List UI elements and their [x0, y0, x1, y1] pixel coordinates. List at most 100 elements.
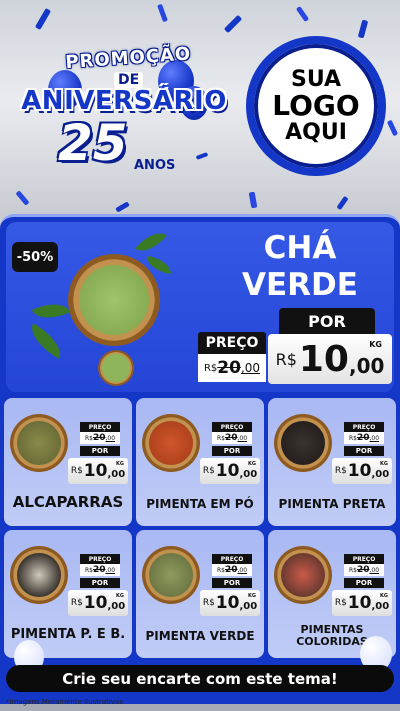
new-price-currency: R$ [275, 349, 297, 369]
product-name: ALCAPARRAS [12, 493, 124, 511]
featured-product-title: CHÁ VERDE [210, 230, 390, 304]
old-price: R$ 20,00 [212, 432, 252, 444]
old-price-currency: R$ [84, 566, 93, 574]
new-price-integer: 10 [298, 338, 349, 380]
preco-label: PREÇO [80, 422, 120, 432]
logo-text-line2: LOGO [272, 89, 360, 123]
leaf-decoration [31, 295, 71, 327]
old-price: R$ 20,00 [344, 432, 384, 444]
featured-title-line2: VERDE [242, 267, 358, 304]
create-flyer-cta[interactable]: Crie seu encarte com este tema! [6, 665, 394, 692]
black-white-pepper-bowl-image [10, 546, 68, 604]
new-price-currency: R$ [202, 466, 215, 476]
por-label: POR [344, 446, 384, 456]
new-price-currency: R$ [334, 466, 347, 476]
new-price-decimal: ,00 [371, 469, 390, 480]
product-name: PIMENTA VERDE [145, 629, 255, 643]
unit-label: KG [248, 461, 256, 467]
preco-label: PREÇO [212, 554, 252, 564]
old-price-integer: 20 [356, 433, 370, 443]
old-price-integer: 20 [356, 565, 370, 575]
pepper-powder-bowl-image [142, 414, 200, 472]
old-price-currency: R$ [203, 362, 218, 374]
green-tea-spoon-image [98, 350, 134, 386]
new-price: R$ 10,00 KG [200, 590, 260, 616]
leaf-decoration [135, 225, 167, 259]
black-pepper-bowl-image [274, 414, 332, 472]
logo-placeholder: SUA LOGO AQUI [246, 36, 386, 176]
new-price-decimal: ,00 [348, 354, 385, 378]
anniversary-promo-badge: PROMOÇÃO DE ANIVERSÁRIO 25 ANOS [8, 40, 240, 180]
new-price-integer: 10 [347, 593, 372, 613]
old-price-decimal: ,00 [240, 361, 261, 375]
por-label: POR [212, 446, 252, 456]
featured-title-line1: CHÁ [263, 230, 337, 266]
old-price-decimal: ,00 [105, 566, 116, 574]
new-price-decimal: ,00 [239, 601, 258, 612]
preco-label: PREÇO [212, 422, 252, 432]
new-price: R$ 10,00 KG [200, 458, 260, 484]
old-price-decimal: ,00 [237, 434, 248, 442]
preco-label: PREÇO [344, 554, 384, 564]
old-price: R$ 20,00 [80, 564, 120, 576]
capers-bowl-image [10, 414, 68, 472]
product-card: PREÇO R$ 20,00 POR R$ 10,00 KG PIMENTA VERD… [136, 530, 264, 658]
old-price: R$ 20 ,00 [198, 354, 266, 382]
product-name: PIMENTA PRETA [278, 497, 386, 511]
new-price-currency: R$ [202, 598, 215, 608]
aniversario-heading: ANIVERSÁRIO [21, 86, 227, 116]
product-card: PREÇO R$ 20,00 POR R$ 10,00 KG ALCAPARRAS [4, 398, 132, 526]
logo-text-line1: SUA [290, 67, 342, 93]
new-price-decimal: ,00 [371, 601, 390, 612]
leaf-decoration [24, 323, 68, 359]
colored-pepper-bowl-image [274, 546, 332, 604]
old-price-integer: 20 [217, 358, 241, 378]
image-disclaimer: *Imagens Meramente Ilustrativas [6, 698, 123, 706]
new-price: R$ 10,00 KG [332, 458, 392, 484]
green-tea-bowl-image [68, 254, 160, 346]
por-label: POR [212, 578, 252, 588]
old-price-currency: R$ [348, 566, 357, 574]
anos-label: ANOS [134, 158, 176, 173]
new-price: R$ 10,00 KG [68, 458, 128, 484]
old-price-currency: R$ [216, 434, 225, 442]
new-price-integer: 10 [83, 461, 108, 481]
new-price-decimal: ,00 [107, 469, 126, 480]
product-card: PREÇO R$ 20,00 POR R$ 10,00 KG PIMENTA EM P… [136, 398, 264, 526]
old-price-integer: 20 [92, 433, 106, 443]
por-label: POR [279, 308, 375, 334]
new-price-currency: R$ [70, 466, 83, 476]
unit-label: KG [248, 593, 256, 599]
old-price-integer: 20 [224, 565, 238, 575]
new-price-integer: 10 [215, 461, 240, 481]
unit-label: KG [369, 340, 382, 349]
new-price: R$ 10 ,00 KG [268, 334, 392, 384]
new-price-integer: 10 [347, 461, 372, 481]
old-price-currency: R$ [84, 434, 93, 442]
green-pepper-bowl-image [142, 546, 200, 604]
old-price: R$ 20,00 [344, 564, 384, 576]
preco-label: PREÇO [80, 554, 120, 564]
por-label: POR [80, 446, 120, 456]
old-price-currency: R$ [348, 434, 357, 442]
new-price: R$ 10,00 KG [68, 590, 128, 616]
logo-text-line3: AQUI [285, 119, 347, 145]
new-price: R$ 10,00 KG [332, 590, 392, 616]
unit-label: KG [380, 593, 388, 599]
new-price-integer: 10 [215, 593, 240, 613]
preco-label: PREÇO [198, 332, 266, 354]
old-price: R$ 20,00 [80, 432, 120, 444]
new-price-currency: R$ [334, 598, 347, 608]
new-price-decimal: ,00 [107, 601, 126, 612]
por-label: POR [80, 578, 120, 588]
unit-label: KG [116, 461, 124, 467]
old-price-decimal: ,00 [105, 434, 116, 442]
anniversary-number: 25 [58, 114, 128, 172]
preco-label: PREÇO [344, 422, 384, 432]
old-price-decimal: ,00 [369, 566, 380, 574]
discount-badge: -50% [12, 242, 58, 272]
unit-label: KG [116, 593, 124, 599]
old-price-decimal: ,00 [237, 566, 248, 574]
product-name: PIMENTA EM PÓ [146, 497, 254, 511]
product-card: PREÇO R$ 20,00 POR R$ 10,00 KG PIMENTA PRET… [268, 398, 396, 526]
